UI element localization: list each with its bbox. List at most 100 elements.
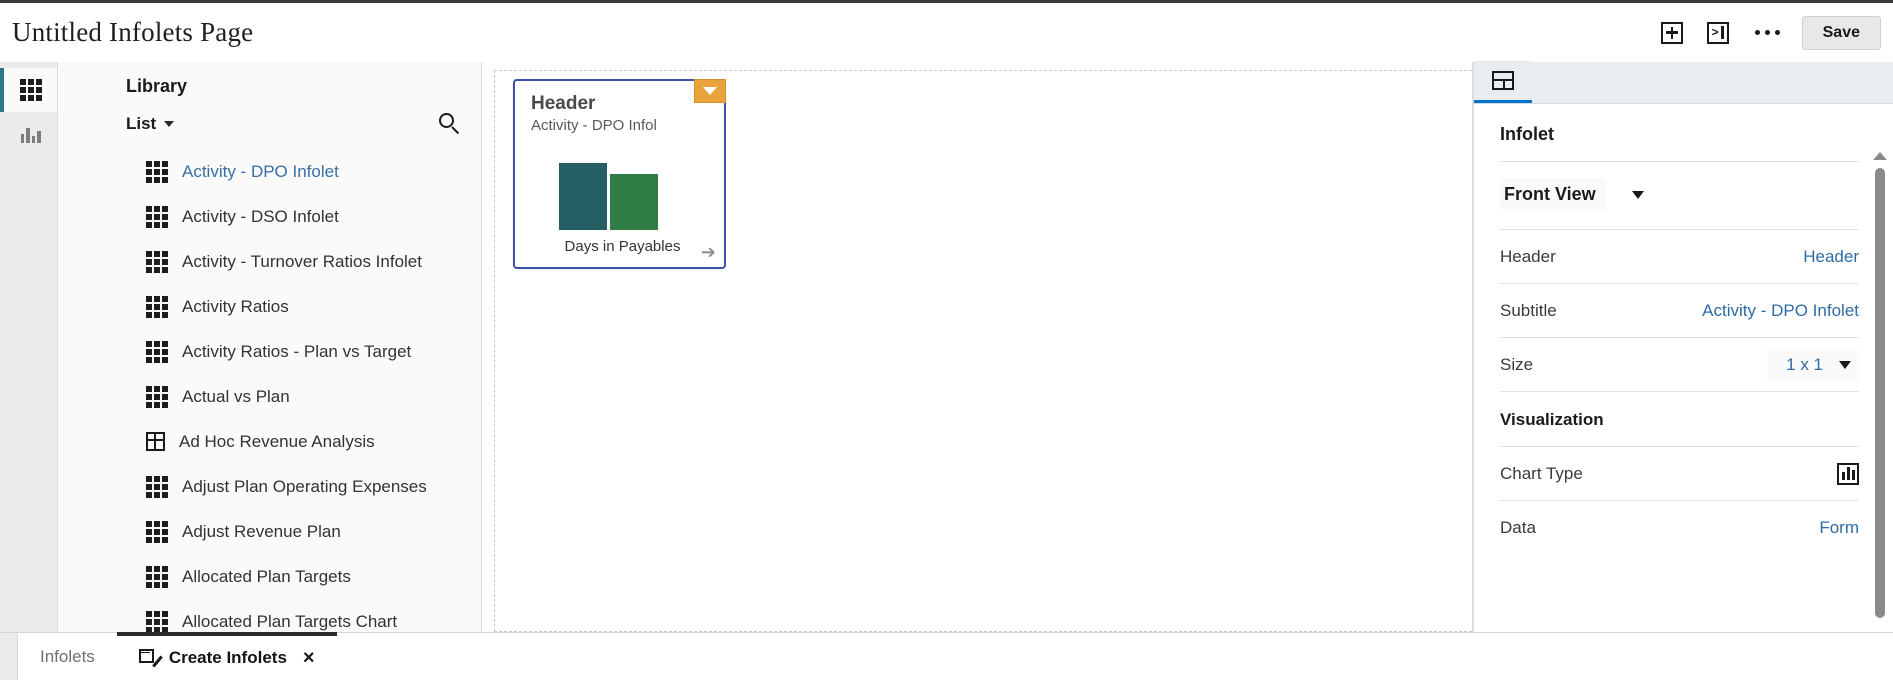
grid-icon: [146, 610, 168, 632]
list-item[interactable]: Adjust Revenue Plan: [58, 509, 481, 554]
document-edit-icon: [138, 648, 163, 668]
list-item-label: Allocated Plan Targets Chart: [182, 611, 398, 631]
list-item[interactable]: Activity - DPO Infolet: [58, 149, 481, 194]
tab-infolet-properties[interactable]: [1474, 61, 1532, 103]
library-panel: Library List Activity - DPO Infolet Acti…: [58, 62, 482, 632]
list-item-label: Adjust Revenue Plan: [182, 521, 341, 541]
list-item-label: Allocated Plan Targets: [182, 566, 351, 586]
list-item-label: Activity - DSO Infolet: [182, 206, 339, 226]
more-actions-button[interactable]: [1749, 24, 1786, 41]
add-infolet-button[interactable]: [1657, 18, 1687, 48]
library-view-selector[interactable]: List: [126, 114, 156, 134]
properties-panel: Infolet Front View Header Header Subtitl…: [1473, 61, 1893, 632]
property-label: Data: [1500, 517, 1536, 537]
property-row-data: Data Form: [1500, 500, 1859, 554]
list-item[interactable]: Allocated Plan Targets: [58, 554, 481, 599]
plus-box-icon: [1660, 21, 1683, 44]
drop-zone[interactable]: Header Activity - DPO Infol Days in Paya…: [494, 70, 1472, 632]
property-label: Chart Type: [1500, 463, 1583, 483]
property-row-header: Header Header: [1500, 229, 1859, 283]
infolet-canvas[interactable]: Header Activity - DPO Infol Days in Paya…: [482, 62, 1473, 632]
infolet-chart: [559, 148, 724, 230]
top-toolbar: Untitled Infolets Page > Save: [0, 0, 1893, 62]
bottom-rail-spacer: [0, 633, 18, 680]
chevron-down-icon: [703, 87, 717, 95]
collapse-right-icon: >: [1706, 21, 1729, 44]
property-label: Subtitle: [1500, 300, 1557, 320]
tab-create-infolets[interactable]: Create Infolets ×: [116, 632, 337, 680]
icon-rail: [0, 62, 58, 632]
library-list: Activity - DPO Infolet Activity - DSO In…: [58, 149, 481, 632]
view-selector-row: Front View: [1500, 162, 1859, 229]
list-item-label: Ad Hoc Revenue Analysis: [179, 431, 375, 451]
close-icon[interactable]: ×: [303, 648, 315, 668]
rail-item-library[interactable]: [0, 68, 57, 112]
chevron-down-icon[interactable]: [1631, 190, 1644, 199]
properties-body: Infolet Front View Header Header Subtitl…: [1474, 104, 1893, 632]
bar-chart-icon: [20, 125, 41, 143]
infolet-subtitle: Activity - DPO Infol: [531, 117, 657, 134]
size-value: 1 x 1: [1786, 354, 1823, 374]
property-label: Size: [1500, 354, 1534, 374]
list-item-label: Activity - DPO Infolet: [182, 161, 339, 181]
list-item[interactable]: Allocated Plan Targets Chart: [58, 599, 481, 632]
chart-bar: [610, 174, 658, 230]
infolet-flip-button[interactable]: ➔: [701, 243, 716, 261]
list-item[interactable]: Ad Hoc Revenue Analysis: [58, 419, 481, 464]
ellipsis-icon: [1754, 30, 1760, 35]
list-item-label: Activity Ratios: [182, 296, 289, 316]
table-icon: [146, 432, 165, 451]
property-row-size: Size 1 x 1: [1500, 337, 1859, 391]
tab-label: Create Infolets: [168, 648, 287, 667]
list-item-label: Activity - Turnover Ratios Infolet: [182, 251, 422, 271]
infolet-menu-button[interactable]: [694, 79, 726, 103]
infolet-chart-caption: Days in Payables: [564, 238, 681, 255]
properties-heading: Infolet: [1500, 104, 1859, 162]
page-title: Untitled Infolets Page: [12, 17, 254, 47]
view-selector[interactable]: Front View: [1500, 178, 1606, 211]
grid-icon: [146, 340, 168, 363]
grid-icon: [146, 205, 168, 228]
tab-label: Infolets: [40, 646, 95, 666]
collapse-panel-button[interactable]: >: [1703, 18, 1733, 48]
chevron-down-icon[interactable]: [164, 121, 175, 127]
properties-scrollbar[interactable]: [1871, 152, 1889, 624]
grid-icon: [146, 385, 168, 408]
property-row-chart-type: Chart Type: [1500, 446, 1859, 500]
grid-icon: [146, 250, 168, 273]
property-value-subtitle[interactable]: Activity - DPO Infolet: [1702, 301, 1859, 321]
property-value-data[interactable]: Form: [1819, 518, 1859, 538]
tab-infolets[interactable]: Infolets: [18, 633, 117, 680]
layout-panel-icon: [1492, 71, 1514, 90]
grid-icon: [146, 565, 168, 588]
search-icon[interactable]: [439, 113, 461, 135]
list-item[interactable]: Activity Ratios - Plan vs Target: [58, 329, 481, 374]
grid-icon: [146, 160, 168, 183]
grid-icon: [146, 520, 168, 543]
scroll-up-arrow-icon[interactable]: [1873, 152, 1887, 160]
list-item[interactable]: Actual vs Plan: [58, 374, 481, 419]
bar-chart-icon[interactable]: [1837, 462, 1859, 485]
infolet-card[interactable]: Header Activity - DPO Infol Days in Paya…: [513, 79, 726, 269]
body-region: Library List Activity - DPO Infolet Acti…: [0, 61, 1893, 632]
save-button[interactable]: Save: [1801, 15, 1881, 50]
scrollbar-thumb[interactable]: [1875, 168, 1885, 618]
properties-tabstrip: [1474, 61, 1893, 104]
list-item[interactable]: Activity - DSO Infolet: [58, 194, 481, 239]
library-controls: List: [58, 105, 481, 143]
grid-icon: [19, 79, 42, 101]
list-item-label: Adjust Plan Operating Expenses: [182, 476, 427, 496]
infolet-header: Header: [531, 93, 596, 114]
app-window: Untitled Infolets Page > Save Library Li…: [0, 0, 1893, 680]
chevron-down-icon: [1839, 360, 1851, 369]
property-row-subtitle: Subtitle Activity - DPO Infolet: [1500, 283, 1859, 337]
list-item[interactable]: Adjust Plan Operating Expenses: [58, 464, 481, 509]
rail-item-charts[interactable]: [0, 112, 57, 156]
property-value-header[interactable]: Header: [1803, 247, 1859, 267]
list-item[interactable]: Activity Ratios: [58, 284, 481, 329]
arrow-right-icon: ➔: [700, 242, 716, 262]
list-item[interactable]: Activity - Turnover Ratios Infolet: [58, 239, 481, 284]
chart-bar: [559, 163, 607, 230]
grid-icon: [146, 295, 168, 318]
size-select[interactable]: 1 x 1: [1767, 348, 1859, 381]
